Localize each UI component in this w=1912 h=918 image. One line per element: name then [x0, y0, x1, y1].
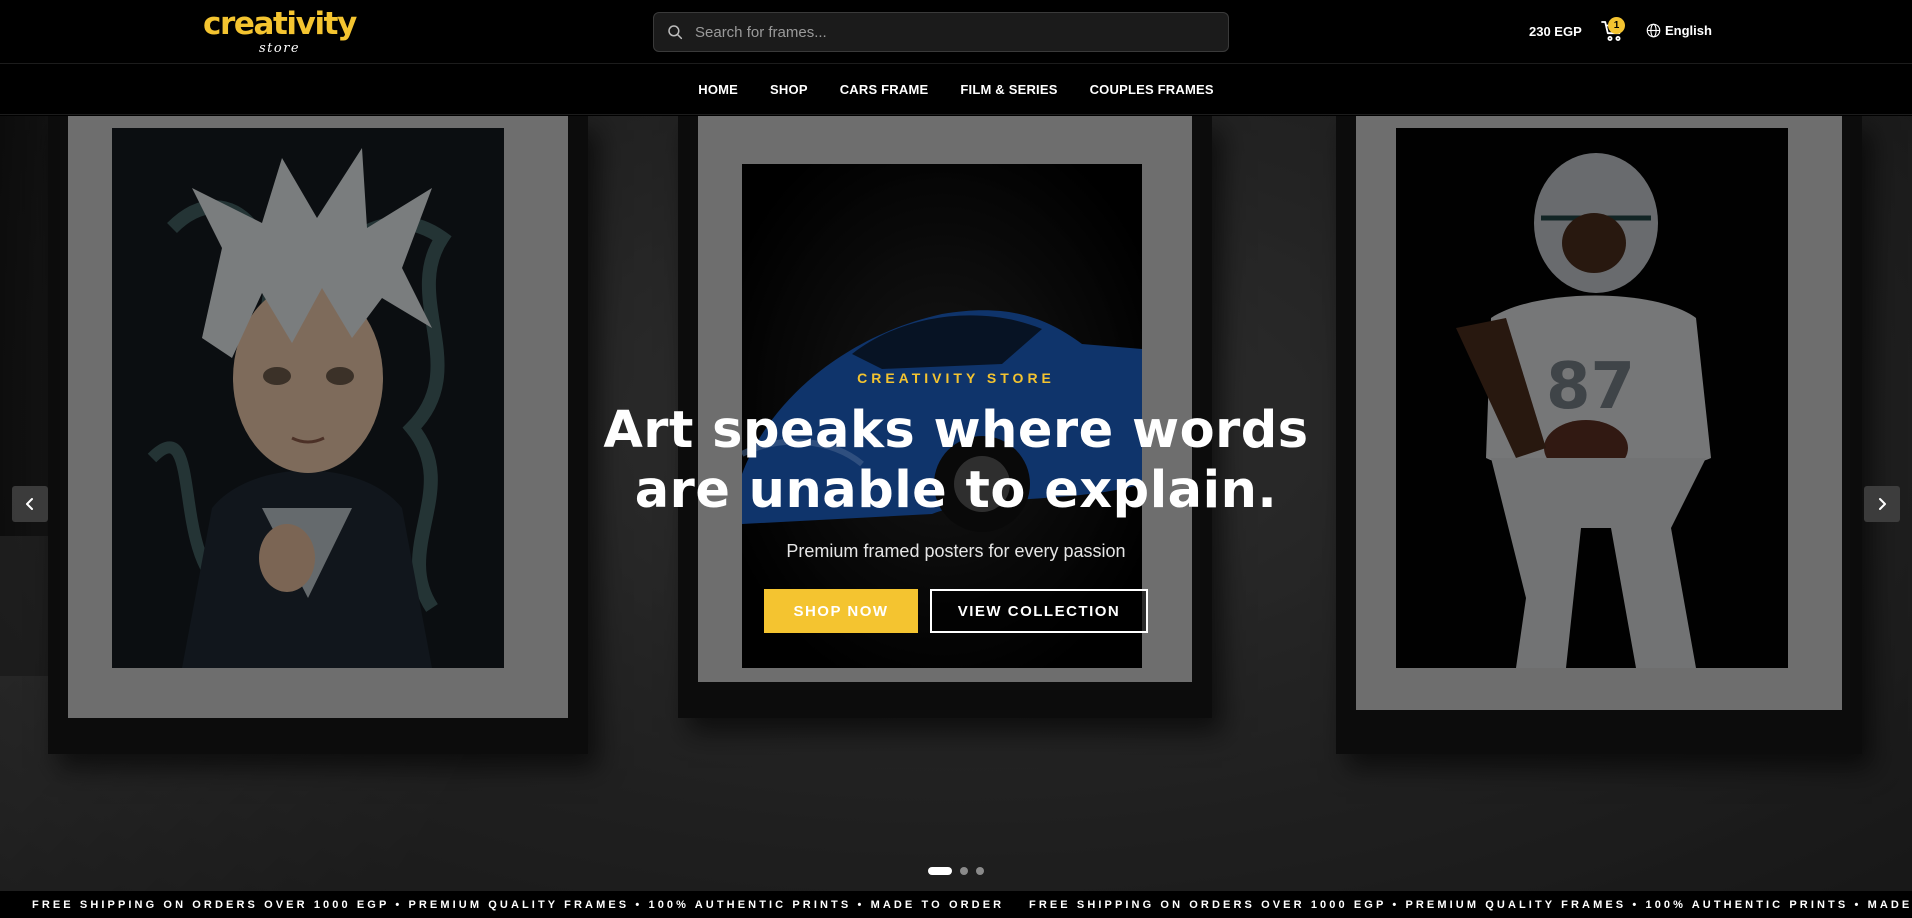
- language-switcher[interactable]: English: [1646, 23, 1712, 38]
- top-bar: creativity store 230 EGP 1 English: [0, 0, 1912, 64]
- chevron-left-icon: [26, 498, 33, 510]
- ticker-text-repeat: FREE SHIPPING ON ORDERS OVER 1000 EGP • …: [1029, 899, 1912, 911]
- hero-headline-line-2: are unable to explain.: [634, 461, 1278, 520]
- hero-cta-group: SHOP NOW VIEW COLLECTION: [0, 589, 1912, 633]
- nav-item-shop[interactable]: SHOP: [770, 82, 808, 97]
- hero-slider: 87 CREATIVITY STORE Art speaks where wor…: [0, 116, 1912, 891]
- globe-icon: [1646, 23, 1661, 38]
- hero-headline-line-1: Art speaks where words: [603, 401, 1309, 460]
- slider-dot-1[interactable]: [928, 867, 952, 875]
- announcement-ticker: FREE SHIPPING ON ORDERS OVER 1000 EGP • …: [0, 891, 1912, 918]
- slider-dot-2[interactable]: [960, 867, 968, 875]
- nav-item-home[interactable]: HOME: [698, 82, 738, 97]
- nav-item-cars-frame[interactable]: CARS FRAME: [840, 82, 929, 97]
- shop-now-button[interactable]: SHOP NOW: [764, 589, 918, 633]
- slider-prev-button[interactable]: [12, 486, 48, 522]
- main-nav: HOME SHOP CARS FRAME FILM & SERIES COUPL…: [0, 65, 1912, 115]
- logo-tagline: store: [259, 41, 301, 56]
- slider-dots: [928, 867, 984, 875]
- slider-next-button[interactable]: [1864, 486, 1900, 522]
- ticker-text: FREE SHIPPING ON ORDERS OVER 1000 EGP • …: [32, 899, 1005, 911]
- search-input[interactable]: [695, 13, 1228, 51]
- language-label: English: [1665, 23, 1712, 38]
- hero-headline: Art speaks where words are unable to exp…: [0, 401, 1912, 521]
- hero-subheadline: Premium framed posters for every passion: [786, 541, 1126, 561]
- cart-total[interactable]: 230 EGP: [1529, 24, 1582, 40]
- search-bar[interactable]: [653, 12, 1229, 52]
- slider-dot-3[interactable]: [976, 867, 984, 875]
- nav-item-couples-frames[interactable]: COUPLES FRAMES: [1090, 82, 1214, 97]
- nav-item-film-series[interactable]: FILM & SERIES: [960, 82, 1057, 97]
- cart-count-badge: 1: [1608, 17, 1625, 34]
- logo-wordmark: creativity: [203, 6, 357, 42]
- chevron-right-icon: [1879, 498, 1886, 510]
- hero-content: CREATIVITY STORE Art speaks where words …: [0, 370, 1912, 633]
- hero-eyebrow: CREATIVITY STORE: [857, 370, 1055, 386]
- brand-logo[interactable]: creativity store: [203, 6, 357, 58]
- view-collection-button[interactable]: VIEW COLLECTION: [930, 589, 1148, 633]
- search-icon: [666, 23, 684, 41]
